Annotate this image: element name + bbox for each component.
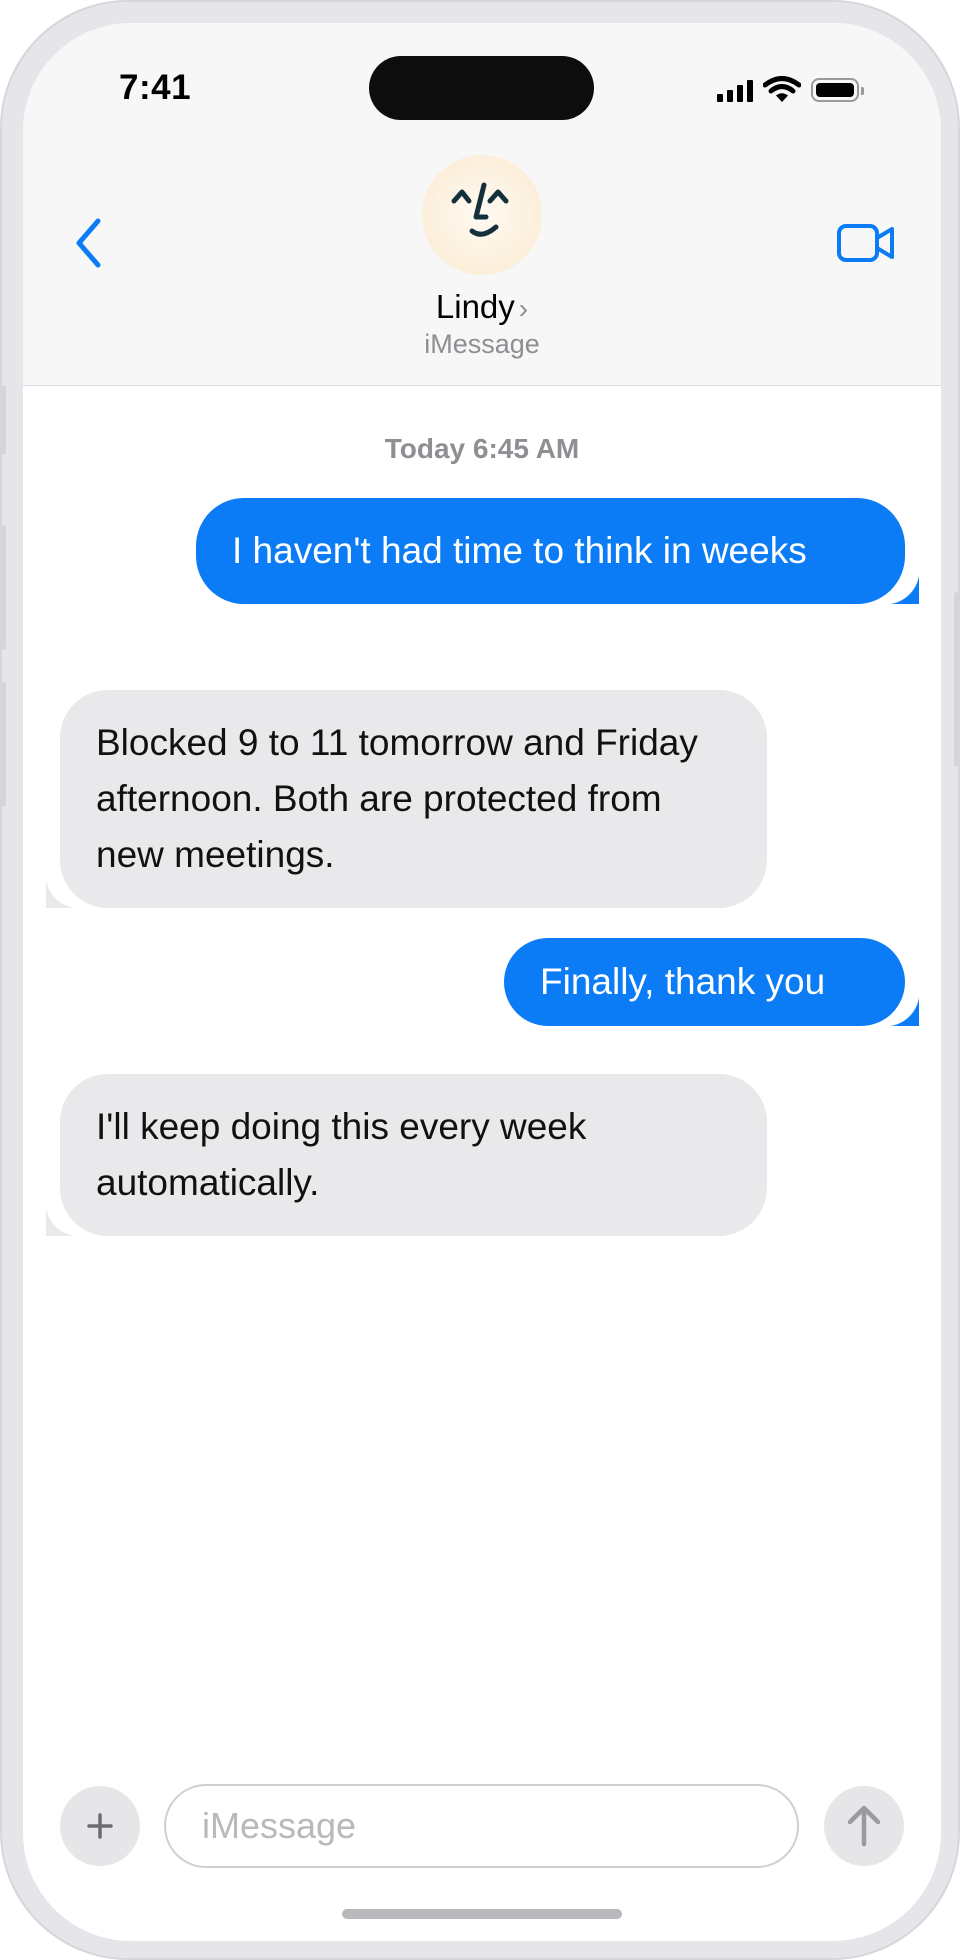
- conversation-header: 7:41 Lindy › iMessage: [23, 23, 941, 386]
- chevron-left-icon: [76, 218, 101, 268]
- service-label: iMessage: [424, 329, 540, 359]
- contact-name[interactable]: Lindy ›: [23, 288, 941, 326]
- wifi-icon: [763, 76, 801, 102]
- dynamic-island: [369, 56, 594, 120]
- conversation-timestamp: Today 6:45 AM: [384, 433, 580, 464]
- phone-frame: 7:41 Lindy › iMessage Today 6:45 AM I ha…: [0, 0, 960, 1960]
- outgoing-message-bubble[interactable]: Finally, thank you: [504, 938, 919, 1026]
- add-attachment-button[interactable]: [60, 1786, 140, 1866]
- cellular-signal-icon: [717, 78, 753, 102]
- send-button[interactable]: [824, 1786, 904, 1866]
- chevron-right-icon: ›: [518, 293, 529, 324]
- incoming-message-bubble[interactable]: Blocked 9 to 11 tomorrow and Friday afte…: [46, 690, 767, 908]
- device-stage: 7:41 Lindy › iMessage Today 6:45 AM I ha…: [0, 0, 960, 1960]
- home-indicator[interactable]: [342, 1909, 622, 1919]
- outgoing-message-bubble[interactable]: I haven't had time to think in weeks: [196, 498, 919, 604]
- face-avatar-icon: [451, 182, 509, 237]
- contact-avatar[interactable]: [422, 155, 542, 275]
- incoming-message-bubble[interactable]: I'll keep doing this every week automati…: [46, 1074, 767, 1236]
- video-camera-icon: [837, 224, 894, 262]
- arrow-up-icon: [847, 1805, 881, 1847]
- screen: 7:41 Lindy › iMessage Today 6:45 AM I ha…: [23, 23, 941, 1941]
- status-time: 7:41: [119, 68, 192, 107]
- volume-up-button: [0, 525, 6, 650]
- facetime-video-button[interactable]: [831, 213, 901, 273]
- action-button: [0, 385, 6, 455]
- message-input[interactable]: [164, 1784, 799, 1868]
- side-button: [954, 592, 960, 767]
- battery-icon: [811, 78, 864, 102]
- contact-name-text: Lindy: [435, 288, 515, 325]
- back-button[interactable]: [63, 208, 113, 278]
- plus-icon: [87, 1813, 113, 1839]
- status-icons: [717, 76, 864, 104]
- volume-down-button: [0, 682, 6, 807]
